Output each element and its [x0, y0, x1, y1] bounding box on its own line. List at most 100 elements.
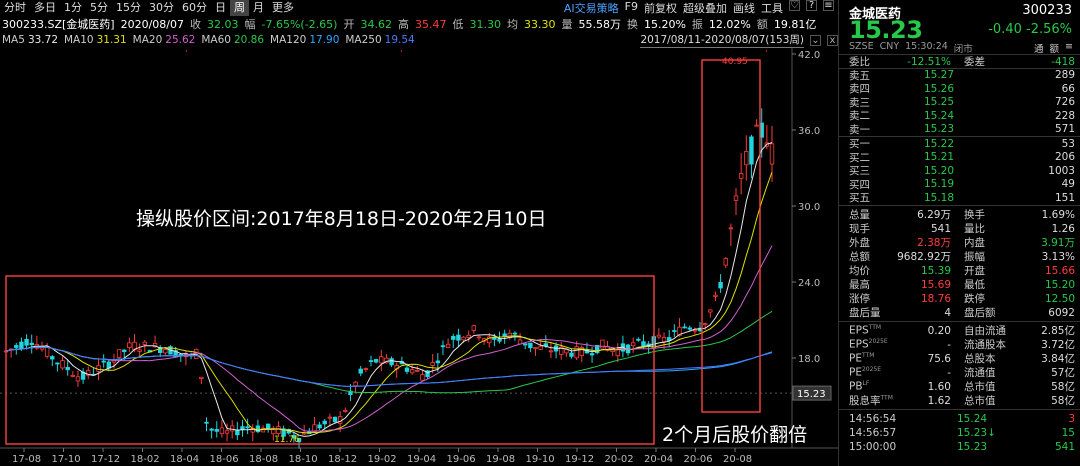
y-tick-label: 24.0 — [798, 278, 820, 289]
weibi-value: -12.51% — [907, 55, 951, 68]
candle-body — [204, 421, 209, 424]
toolbar-action[interactable]: 工具 — [761, 0, 783, 16]
period-tab[interactable]: 日 — [211, 0, 230, 16]
close-icon[interactable]: x — [827, 34, 838, 46]
stat-value: 541 — [930, 222, 951, 235]
bids-price: 15.21 — [923, 151, 955, 164]
period-tab[interactable]: 60分 — [178, 0, 211, 16]
ma-item: MA120 17.90 — [270, 34, 339, 46]
candle-body — [528, 342, 533, 349]
fund-label: 流通值 — [964, 367, 996, 379]
period-tab[interactable]: 5分 — [86, 0, 112, 16]
quote-panel: 金城医药 300233 15.23 -0.40 -2.56% SZSE CNY … — [838, 0, 1080, 466]
tick-price-wrap: 15.24 — [957, 413, 987, 425]
stats-row: 总额 9682.92万 振幅 3.13% — [839, 250, 1080, 264]
candle-body — [240, 426, 245, 431]
bids-price: 15.19 — [923, 178, 955, 191]
period-tab[interactable]: 1分 — [60, 0, 86, 16]
stats-row: 最高 15.69 最低 15.20 — [839, 278, 1080, 292]
toolbar-action[interactable]: F9 — [625, 0, 638, 16]
candle-body — [70, 374, 76, 377]
stat-value: 1.69% — [1041, 208, 1075, 221]
tong-button[interactable]: 通 — [1034, 41, 1044, 55]
price-change: -0.40 -2.56% — [988, 22, 1072, 37]
candle-body — [497, 338, 502, 342]
bids-row[interactable]: 买三 15.20 1003 — [839, 164, 1080, 178]
x-tick-label: 18-04 — [170, 454, 199, 465]
event-marker: ʼ — [400, 49, 403, 58]
period-tab[interactable]: 30分 — [145, 0, 178, 16]
asks-price: 15.26 — [923, 82, 955, 95]
collapse-icon[interactable]: ⌄ — [810, 34, 821, 46]
toolbar-action[interactable]: 超级叠加 — [683, 0, 727, 16]
period-tab[interactable]: 更多 — [268, 0, 298, 16]
close-label: 收 — [190, 18, 201, 31]
avg-label: 均 — [506, 18, 518, 31]
candle-body — [358, 368, 363, 374]
toolbar-action[interactable]: 画线 — [733, 0, 755, 16]
swing-label: 振 — [691, 18, 703, 31]
period-tab[interactable]: 月 — [249, 0, 268, 16]
menu-icon[interactable]: ≡ — [823, 0, 834, 11]
x-tick-label: 18-08 — [249, 454, 278, 465]
favorite-icon[interactable]: ♡ — [789, 0, 800, 11]
ma-label: MA20 — [132, 34, 163, 46]
fund-value: 3.72亿 — [1041, 339, 1075, 351]
fund-value: 0.20 — [927, 324, 951, 337]
help-icon[interactable]: ? — [806, 0, 817, 11]
fund-label: PE2025E — [849, 366, 881, 379]
x-tick-label: 19-12 — [565, 454, 594, 465]
bids-volume: 49 — [1061, 178, 1075, 191]
change-pct-value: -7.65%(-2.65) — [261, 17, 338, 31]
x-tick-label: 20-04 — [644, 454, 673, 465]
ma-item: MA10 31.31 — [64, 34, 127, 46]
period-tab[interactable]: 15分 — [112, 0, 145, 16]
asks-row[interactable]: 卖四 15.26 66 — [839, 82, 1080, 96]
stat-value: 3.13% — [1041, 250, 1075, 263]
period-tab[interactable]: 多日 — [30, 0, 60, 16]
bids-row[interactable]: 买二 15.21 206 — [839, 151, 1080, 164]
asks-row[interactable]: 卖五 15.27 289 — [839, 69, 1080, 82]
fund-row: PETTM 75.6 总股本 3.84亿 — [839, 352, 1080, 365]
candle-body — [656, 334, 662, 338]
asks-price: 15.23 — [923, 123, 955, 136]
asks-row[interactable]: 卖二 15.24 228 — [839, 109, 1080, 123]
menu-icon[interactable]: ≡ — [1065, 41, 1073, 55]
bids-row[interactable]: 买五 15.18 151 — [839, 191, 1080, 205]
bids-row[interactable]: 买四 15.19 49 — [839, 178, 1080, 191]
fund-row: PBLF 1.60 总市值 58亿 — [839, 380, 1080, 393]
fund-label: 总股本 — [964, 353, 996, 365]
stat-label: 盘后额 — [964, 307, 996, 319]
asks-row[interactable]: 卖一 15.23 571 — [839, 123, 1080, 136]
e-button[interactable]: 额 — [1050, 41, 1060, 55]
kline-chart[interactable]: 42.0 36.0 30.0 24.0 18.0 15.23 17-08 17-10 17-12… — [0, 48, 838, 466]
toolbar-action[interactable]: AI交易策略 — [564, 0, 619, 16]
toolbar-action[interactable]: 前复权 — [644, 0, 677, 16]
divider — [839, 205, 1080, 206]
stats-row: 总量 6.29万 换手 1.69% — [839, 208, 1080, 222]
candle-body — [533, 347, 538, 350]
candle-body — [430, 362, 435, 366]
x-tick-label: 18-10 — [289, 454, 318, 465]
candle-body — [749, 136, 754, 165]
period-tab[interactable]: 周 — [230, 0, 249, 16]
tick-price-wrap: 15.23↓ — [957, 427, 996, 439]
asks-row[interactable]: 卖三 15.25 726 — [839, 96, 1080, 109]
candle-body — [116, 349, 122, 358]
toolbar-actions: AI交易策略 F9 前复权 超级叠加 画线 工具 ♡? ≡ — [564, 0, 838, 16]
stat-value: 18.76 — [920, 292, 951, 305]
ma-value: 33.72 — [27, 34, 58, 46]
candle-body — [101, 360, 106, 363]
candle-body — [451, 336, 456, 340]
candle-body — [122, 349, 127, 353]
candle-body — [276, 426, 281, 434]
bids-row[interactable]: 买一 15.22 53 — [839, 137, 1080, 151]
candles — [3, 108, 775, 449]
fund-value: 58亿 — [1051, 395, 1075, 407]
tick-row: 15:00:00 15.23 541 — [839, 440, 1080, 453]
period-tab[interactable]: 分时 — [0, 0, 30, 16]
candle-body — [708, 309, 713, 313]
ma-value: 17.90 — [309, 34, 340, 46]
date-range[interactable]: 2017/08/11-2020/08/07(153周) — [640, 32, 804, 48]
candle-body — [230, 425, 235, 432]
